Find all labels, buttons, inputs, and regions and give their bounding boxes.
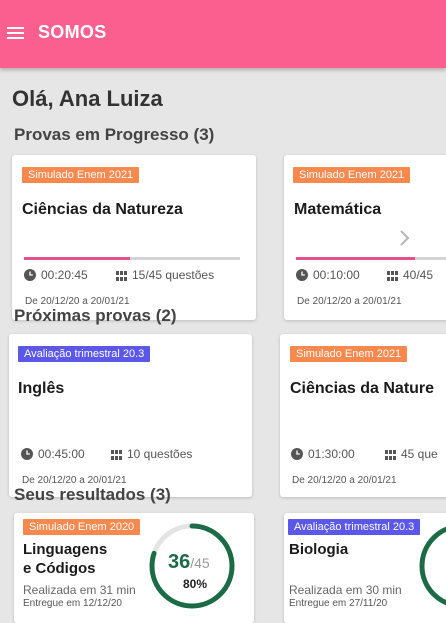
result-percent: 80%	[183, 577, 208, 591]
exam-time: 01:30:00	[291, 447, 355, 461]
result-score-total: /45	[190, 555, 210, 571]
section-title-in-progress: Provas em Progresso (3)	[14, 125, 215, 144]
exam-title: Ciências da Natureza	[22, 201, 183, 218]
result-title-line2: e Códigos	[23, 560, 96, 577]
exam-time: 00:45:00	[21, 447, 85, 461]
clock-icon	[296, 269, 308, 281]
result-badge: Simulado Enem 2020	[23, 519, 141, 535]
result-title: Biologia	[289, 541, 349, 558]
progress-bar	[24, 257, 240, 260]
exam-time-value: 00:20:45	[41, 268, 88, 282]
clock-icon	[21, 448, 33, 460]
menu-icon[interactable]	[7, 27, 24, 40]
result-score-value: 36	[168, 551, 191, 573]
exam-questions: 40/45	[387, 268, 433, 282]
app-bar: SOMOS	[0, 0, 446, 68]
exam-title: Inglês	[18, 380, 65, 397]
exam-card-upcoming[interactable]: Simulado Enem 2021 Ciências da Nature 01…	[280, 334, 446, 497]
result-badge: Avaliação trimestral 20.3	[288, 519, 421, 535]
result-title: Linguagens	[23, 541, 108, 558]
exam-badge: Simulado Enem 2021	[293, 167, 411, 183]
exam-questions: 45 que	[385, 447, 438, 461]
result-score: 36/45	[168, 551, 210, 574]
result-duration: Realizada em 31 min	[23, 583, 136, 597]
exam-dates: De 20/12/20 a 20/01/21	[297, 296, 402, 307]
exam-questions: 15/45 questões	[116, 268, 214, 282]
exam-questions-value: 40/45	[403, 268, 434, 282]
exam-title: Matemática	[294, 201, 382, 218]
exam-badge: Simulado Enem 2021	[290, 346, 408, 362]
grid-icon	[111, 450, 122, 460]
section-title-upcoming: Próximas provas (2)	[14, 306, 177, 325]
exam-questions-value: 10 questões	[127, 447, 193, 461]
section-title-results: Seus resultados (3)	[14, 485, 171, 504]
chevron-right-icon[interactable]	[399, 229, 411, 247]
exam-badge: Simulado Enem 2021	[22, 167, 140, 183]
exam-card-in-progress[interactable]: Simulado Enem 2021 Ciências da Natureza …	[12, 155, 256, 320]
greeting: Olá, Ana Luiza	[12, 86, 163, 111]
exam-title: Ciências da Nature	[290, 380, 435, 397]
clock-icon	[291, 448, 303, 460]
exam-time: 00:20:45	[24, 268, 88, 282]
exam-dates: De 20/12/20 a 20/01/21	[292, 475, 397, 486]
grid-icon	[385, 450, 396, 460]
exam-questions-value: 45 que	[401, 447, 438, 461]
exam-questions-value: 15/45 questões	[132, 268, 215, 282]
app-title: SOMOS	[38, 22, 107, 42]
exam-card-in-progress[interactable]: Simulado Enem 2021 Matemática 00:10:00 4…	[284, 155, 446, 320]
result-delivered: Entregue em 12/12/20	[23, 598, 122, 609]
exam-time: 00:10:00	[296, 268, 360, 282]
exam-time-value: 01:30:00	[308, 447, 355, 461]
exam-time-value: 00:10:00	[313, 268, 360, 282]
progress-bar	[296, 257, 446, 260]
grid-icon	[387, 271, 398, 281]
result-delivered: Entregue em 27/11/20	[289, 598, 388, 609]
grid-icon	[116, 271, 127, 281]
score-ring	[419, 526, 446, 606]
exam-time-value: 00:45:00	[38, 447, 85, 461]
result-duration: Realizada em 30 min	[289, 583, 402, 597]
clock-icon	[24, 269, 36, 281]
exam-questions: 10 questões	[111, 447, 192, 461]
progress-bar-fill	[296, 257, 415, 260]
exam-card-upcoming[interactable]: Avaliação trimestral 20.3 Inglês 00:45:0…	[9, 334, 252, 497]
exam-badge: Avaliação trimestral 20.3	[18, 346, 151, 362]
progress-bar-fill	[24, 257, 130, 260]
